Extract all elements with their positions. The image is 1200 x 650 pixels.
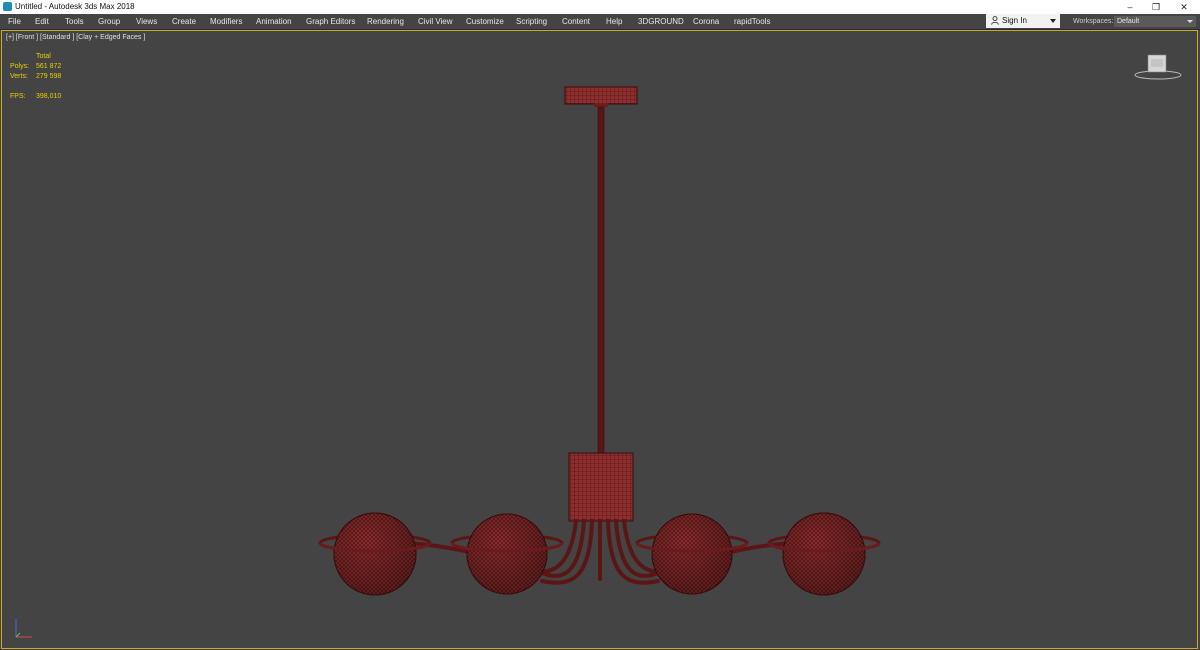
center-body	[568, 452, 634, 522]
menu-corona[interactable]: Corona	[693, 14, 719, 29]
3dsmax-app-icon	[3, 2, 12, 11]
sign-in-dropdown[interactable]: Sign In	[986, 14, 1060, 28]
menu-rapidtools[interactable]: rapidTools	[734, 14, 770, 29]
menu-animation[interactable]: Animation	[256, 14, 292, 29]
menu-create[interactable]: Create	[172, 14, 196, 29]
menu-help[interactable]: Help	[606, 14, 622, 29]
user-icon	[991, 16, 999, 25]
minimize-button[interactable]: –	[1116, 0, 1144, 14]
front-viewport[interactable]: [+] [Front ] [Standard ] [Clay + Edged F…	[1, 30, 1198, 649]
menu-rendering[interactable]: Rendering	[367, 14, 404, 29]
workspaces-label: Workspaces:	[1073, 18, 1114, 25]
menu-modifiers[interactable]: Modifiers	[210, 14, 242, 29]
menu-graph-editors[interactable]: Graph Editors	[306, 14, 355, 29]
axis-tripod-icon	[15, 619, 32, 638]
chandelier-arms	[380, 519, 820, 585]
chevron-down-icon	[1187, 20, 1193, 23]
menu-views[interactable]: Views	[136, 14, 157, 29]
restore-button[interactable]: ❐	[1142, 0, 1170, 14]
sign-in-label: Sign In	[1002, 16, 1027, 25]
window-title: Untitled - Autodesk 3ds Max 2018	[15, 2, 135, 11]
menu-edit[interactable]: Edit	[35, 14, 49, 29]
menu-civil-view[interactable]: Civil View	[418, 14, 453, 29]
close-button[interactable]: ✕	[1170, 0, 1198, 14]
menu-3dground[interactable]: 3DGROUND	[638, 14, 684, 29]
menu-content[interactable]: Content	[562, 14, 590, 29]
title-bar: Untitled - Autodesk 3ds Max 2018 – ❐ ✕	[0, 0, 1200, 14]
canopy-neck	[594, 103, 608, 107]
pendant-rod	[597, 106, 605, 454]
chandelier-model[interactable]	[2, 31, 1197, 648]
menu-customize[interactable]: Customize	[466, 14, 504, 29]
menu-group[interactable]: Group	[98, 14, 120, 29]
menu-scripting[interactable]: Scripting	[516, 14, 547, 29]
ceiling-canopy	[564, 86, 638, 105]
chevron-down-icon	[1050, 19, 1056, 23]
workspaces-select[interactable]: Default	[1114, 16, 1196, 27]
menu-file[interactable]: File	[8, 14, 21, 29]
workspaces-value: Default	[1117, 18, 1140, 25]
menu-tools[interactable]: Tools	[65, 14, 84, 29]
